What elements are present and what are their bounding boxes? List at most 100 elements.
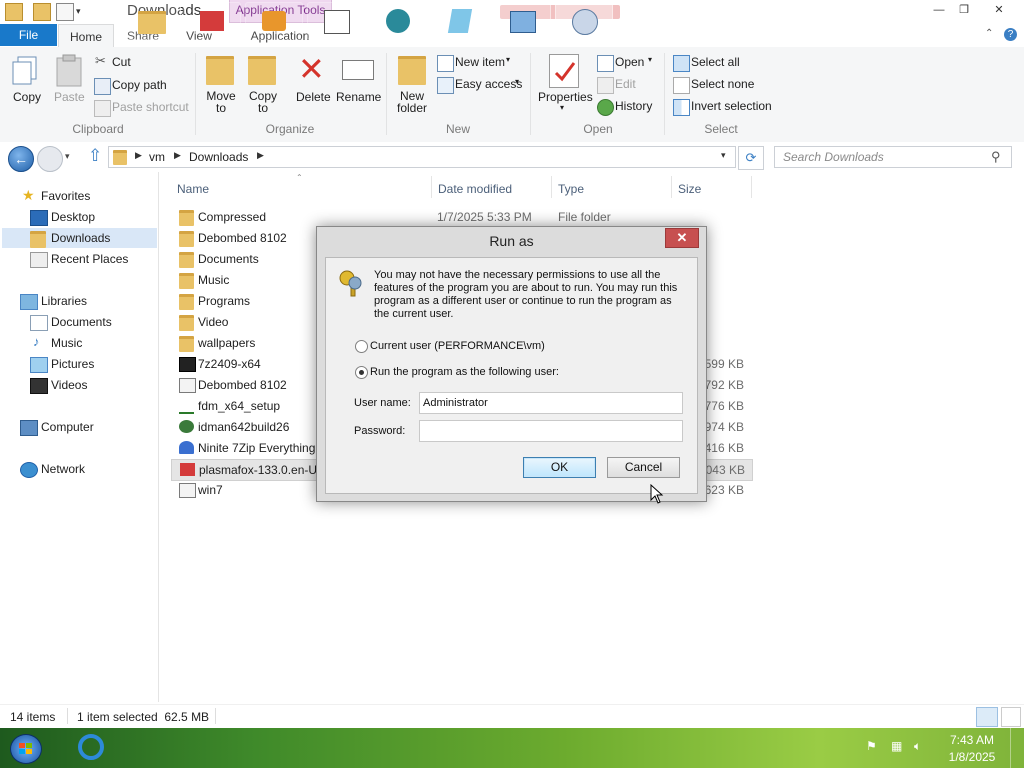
forward-button[interactable] <box>37 146 63 172</box>
radio-run-as-other[interactable] <box>355 366 368 379</box>
action-center-flag-icon[interactable]: ⚑ <box>866 739 877 753</box>
recent-locations-icon[interactable]: ▾ <box>65 151 70 162</box>
select-none-button[interactable]: Select none <box>691 77 754 91</box>
taskbar-explorer-button[interactable] <box>123 2 181 40</box>
back-button[interactable]: ← <box>8 146 34 172</box>
breadcrumb-separator-icon[interactable]: ▶ <box>135 150 142 161</box>
easy-access-dropdown-icon[interactable]: ▾ <box>515 77 519 86</box>
paste-icon[interactable] <box>52 54 86 88</box>
breadcrumb-downloads[interactable]: Downloads <box>189 150 248 164</box>
properties-button[interactable]: Properties <box>538 90 593 104</box>
copy-icon[interactable] <box>9 54 43 88</box>
edit-button[interactable]: Edit <box>615 77 636 91</box>
column-header-type[interactable]: Type <box>558 182 584 196</box>
move-to-button[interactable]: Move to <box>206 90 236 114</box>
nav-pictures[interactable]: Pictures <box>51 357 94 371</box>
ok-button[interactable]: OK <box>523 457 596 478</box>
password-field[interactable] <box>419 420 683 442</box>
cancel-button[interactable]: Cancel <box>607 457 680 478</box>
taskbar-control-panel-button[interactable] <box>493 2 551 40</box>
nav-desktop[interactable]: Desktop <box>51 210 95 224</box>
column-divider[interactable] <box>551 176 552 198</box>
run-as-other-label[interactable]: Run the program as the following user: <box>370 366 559 378</box>
username-field[interactable]: Administrator <box>419 392 683 414</box>
dialog-close-button[interactable]: ✕ <box>665 228 699 248</box>
start-button[interactable] <box>10 734 42 764</box>
column-divider[interactable] <box>671 176 672 198</box>
search-icon[interactable]: ⚲ <box>991 149 1001 165</box>
new-folder-icon[interactable] <box>398 56 426 85</box>
customize-quick-access-icon[interactable]: ▾ <box>76 3 92 19</box>
nav-computer[interactable]: Computer <box>41 420 94 434</box>
new-item-dropdown-icon[interactable]: ▾ <box>506 55 510 64</box>
column-header-date[interactable]: Date modified <box>438 182 512 196</box>
copy-path-button[interactable]: Copy path <box>112 78 167 92</box>
open-dropdown-icon[interactable]: ▾ <box>648 55 652 64</box>
taskbar-plasmafox-button[interactable] <box>183 2 241 40</box>
column-divider[interactable] <box>751 176 752 198</box>
radio-current-user[interactable] <box>355 340 368 353</box>
nav-network[interactable]: Network <box>41 462 85 476</box>
column-header-size[interactable]: Size <box>678 182 701 196</box>
volume-icon[interactable]: 🔈︎ <box>914 739 921 754</box>
search-input[interactable]: Search Downloads ⚲ <box>774 146 1012 168</box>
properties-icon[interactable] <box>549 54 579 88</box>
move-to-icon[interactable] <box>206 56 234 85</box>
address-bar[interactable]: ▶ vm ▶ Downloads ▶ ▾ <box>108 146 736 168</box>
nav-libraries[interactable]: Libraries <box>41 294 87 308</box>
easy-access-button[interactable]: Easy access <box>455 77 522 91</box>
large-icons-view-button[interactable] <box>1001 707 1021 727</box>
tab-home[interactable]: Home <box>58 24 114 48</box>
properties-quick-icon[interactable] <box>33 3 51 21</box>
up-button[interactable]: ⇧ <box>88 146 102 166</box>
network-tray-icon[interactable]: ▦ <box>891 739 902 753</box>
nav-recent-places[interactable]: Recent Places <box>51 252 128 266</box>
rename-icon[interactable] <box>342 60 374 80</box>
explorer-icon[interactable] <box>5 3 23 21</box>
column-divider[interactable] <box>431 176 432 198</box>
show-desktop-button[interactable] <box>1010 728 1024 768</box>
delete-icon[interactable]: ✕ <box>298 52 325 86</box>
delete-button[interactable]: Delete <box>296 90 331 104</box>
nav-documents[interactable]: Documents <box>51 315 112 329</box>
new-item-button[interactable]: New item <box>455 55 505 69</box>
file-row[interactable]: Compressed 1/7/2025 5:33 PM File folder <box>171 207 751 227</box>
new-folder-button[interactable]: New folder <box>396 90 428 114</box>
nav-videos[interactable]: Videos <box>51 378 87 392</box>
history-button[interactable]: History <box>615 99 652 113</box>
maximize-button[interactable]: ❐ <box>953 2 975 18</box>
taskbar-media-player-button[interactable] <box>245 2 303 40</box>
clock-time[interactable]: 7:43 AM <box>948 733 996 747</box>
paste-button[interactable]: Paste <box>54 90 85 104</box>
taskbar-browser-button[interactable] <box>369 2 427 40</box>
nav-downloads[interactable]: Downloads <box>51 231 110 245</box>
invert-selection-button[interactable]: Invert selection <box>691 99 772 113</box>
refresh-button[interactable]: ⟳ <box>738 146 764 170</box>
tab-file[interactable]: File <box>0 24 57 46</box>
help-icon[interactable]: ? <box>1004 28 1017 41</box>
breadcrumb-separator-icon[interactable]: ▶ <box>174 150 181 161</box>
new-folder-quick-icon[interactable] <box>56 3 74 21</box>
close-button[interactable]: ✕ <box>988 2 1010 18</box>
open-button[interactable]: Open <box>615 55 644 69</box>
column-header-name[interactable]: Name <box>177 182 209 196</box>
taskbar-setup-button[interactable] <box>555 2 613 40</box>
breadcrumb-separator-icon[interactable]: ▶ <box>257 150 264 161</box>
select-all-button[interactable]: Select all <box>691 55 740 69</box>
taskbar-notes-button[interactable] <box>431 2 489 40</box>
details-view-button[interactable] <box>976 707 998 727</box>
copy-button[interactable]: Copy <box>13 90 41 104</box>
rename-button[interactable]: Rename <box>336 90 381 104</box>
clock-date[interactable]: 1/8/2025 <box>946 750 998 764</box>
breadcrumb-vm[interactable]: vm <box>149 150 165 164</box>
paste-shortcut-button[interactable]: Paste shortcut <box>112 100 189 114</box>
copy-to-icon[interactable] <box>248 56 276 85</box>
taskbar-document-viewer-button[interactable] <box>307 2 365 40</box>
minimize-button[interactable]: — <box>928 2 950 18</box>
properties-dropdown-icon[interactable]: ▾ <box>560 103 564 112</box>
copy-to-button[interactable]: Copy to <box>248 90 278 114</box>
nav-music[interactable]: Music <box>51 336 82 350</box>
address-dropdown-icon[interactable]: ▾ <box>721 150 726 161</box>
current-user-label[interactable]: Current user (PERFORMANCE\vm) <box>370 340 545 352</box>
taskbar-internet-explorer-icon[interactable] <box>68 730 114 766</box>
